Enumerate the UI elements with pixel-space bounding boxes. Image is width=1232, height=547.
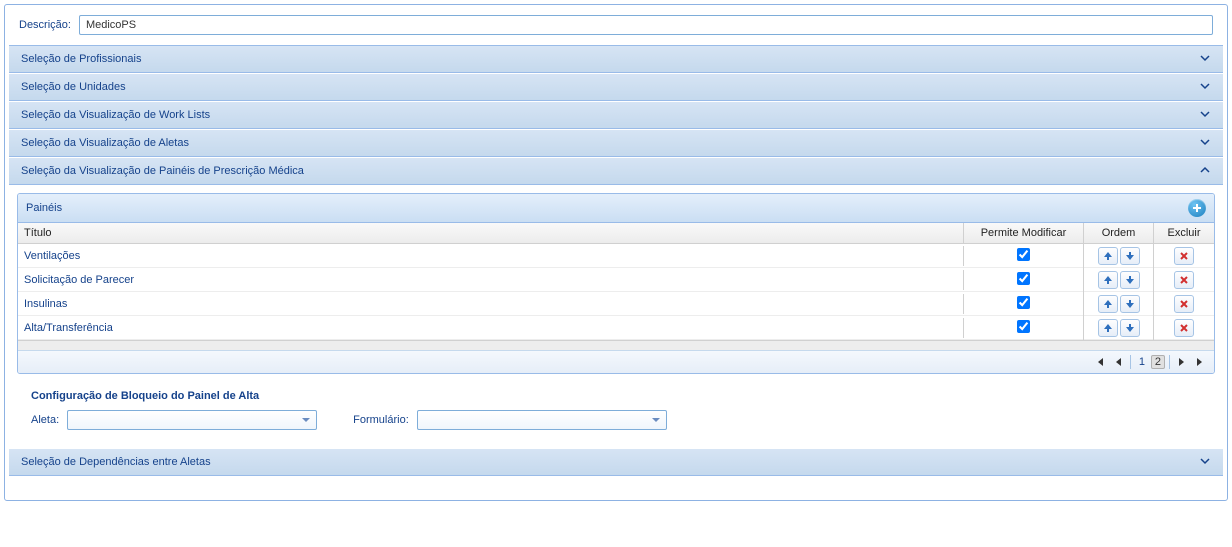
chevron-down-icon (1199, 455, 1211, 469)
cell-excluir (1154, 291, 1214, 317)
cell-titulo: Solicitação de Parecer (18, 270, 964, 290)
col-titulo[interactable]: Título (18, 223, 964, 243)
bottom-padding (9, 476, 1223, 496)
config-bloqueio: Configuração de Bloqueio do Painel de Al… (17, 384, 1215, 440)
col-ordem[interactable]: Ordem (1084, 223, 1154, 243)
paineis-panel-content: Painéis Título Permite Modificar Ordem E… (9, 185, 1223, 448)
cell-permite (964, 244, 1084, 268)
cell-permite (964, 268, 1084, 292)
paineis-grid: Painéis Título Permite Modificar Ordem E… (17, 193, 1215, 374)
cell-excluir (1154, 243, 1214, 269)
grid-body: Ventilações Solicitação de Parecer Insulin… (18, 244, 1214, 340)
pager-page-2[interactable]: 2 (1151, 355, 1165, 369)
accordion-label: Seleção da Visualização de Aletas (21, 137, 189, 149)
accordion-unidades[interactable]: Seleção de Unidades (9, 73, 1223, 101)
delete-button[interactable] (1174, 295, 1194, 313)
move-up-button[interactable] (1098, 319, 1118, 337)
pager-next-icon[interactable] (1174, 354, 1190, 370)
delete-button[interactable] (1174, 271, 1194, 289)
config-title: Configuração de Bloqueio do Painel de Al… (31, 390, 1201, 402)
table-row[interactable]: Ventilações (18, 244, 1214, 268)
cell-titulo: Alta/Transferência (18, 318, 964, 338)
formulario-combo[interactable] (417, 410, 667, 430)
move-up-button[interactable] (1098, 295, 1118, 313)
accordion-aletas[interactable]: Seleção da Visualização de Aletas (9, 129, 1223, 157)
cell-ordem (1084, 243, 1154, 269)
permite-checkbox[interactable] (1017, 272, 1030, 285)
table-row[interactable]: Alta/Transferência (18, 316, 1214, 340)
delete-button[interactable] (1174, 319, 1194, 337)
col-permite[interactable]: Permite Modificar (964, 223, 1084, 243)
grid-scrollbar[interactable] (18, 340, 1214, 350)
config-row: Aleta: Formulário: (31, 410, 1201, 430)
accordion-label: Seleção de Dependências entre Aletas (21, 456, 211, 468)
permite-checkbox[interactable] (1017, 248, 1030, 261)
permite-checkbox[interactable] (1017, 320, 1030, 333)
accordion-label: Seleção de Unidades (21, 81, 126, 93)
grid-title-bar: Painéis (18, 194, 1214, 223)
chevron-down-icon (1199, 108, 1211, 122)
chevron-down-icon (1199, 136, 1211, 150)
accordion-label: Seleção da Visualização de Painéis de Pr… (21, 165, 304, 177)
pager-last-icon[interactable] (1192, 354, 1208, 370)
accordion-paineis[interactable]: Seleção da Visualização de Painéis de Pr… (9, 157, 1223, 185)
accordion-label: Seleção de Profissionais (21, 53, 141, 65)
aleta-label: Aleta: (31, 414, 59, 426)
table-row[interactable]: Solicitação de Parecer (18, 268, 1214, 292)
description-input[interactable] (79, 15, 1213, 35)
move-down-button[interactable] (1120, 295, 1140, 313)
pager-separator (1130, 355, 1131, 369)
cell-titulo: Insulinas (18, 294, 964, 314)
chevron-down-icon (298, 412, 314, 428)
move-down-button[interactable] (1120, 247, 1140, 265)
move-down-button[interactable] (1120, 271, 1140, 289)
cell-excluir (1154, 315, 1214, 341)
cell-titulo: Ventilações (18, 246, 964, 266)
accordion-label: Seleção da Visualização de Work Lists (21, 109, 210, 121)
pager-prev-icon[interactable] (1110, 354, 1126, 370)
cell-excluir (1154, 267, 1214, 293)
pager-separator (1169, 355, 1170, 369)
pager-first-icon[interactable] (1092, 354, 1108, 370)
cell-ordem (1084, 267, 1154, 293)
aleta-combo[interactable] (67, 410, 317, 430)
grid-header: Título Permite Modificar Ordem Excluir (18, 223, 1214, 244)
chevron-up-icon (1199, 164, 1211, 178)
chevron-down-icon (1199, 52, 1211, 66)
accordion-profissionais[interactable]: Seleção de Profissionais (9, 45, 1223, 73)
move-up-button[interactable] (1098, 247, 1118, 265)
pager-page-1[interactable]: 1 (1135, 356, 1149, 368)
cell-ordem (1084, 291, 1154, 317)
accordion-dependencias[interactable]: Seleção de Dependências entre Aletas (9, 448, 1223, 476)
cell-ordem (1084, 315, 1154, 341)
cell-permite (964, 292, 1084, 316)
chevron-down-icon (1199, 80, 1211, 94)
description-label: Descrição: (19, 19, 71, 31)
chevron-down-icon (648, 412, 664, 428)
accordion-worklists[interactable]: Seleção da Visualização de Work Lists (9, 101, 1223, 129)
permite-checkbox[interactable] (1017, 296, 1030, 309)
form-panel: Descrição: Seleção de Profissionais Sele… (4, 4, 1228, 501)
grid-title: Painéis (26, 202, 62, 214)
grid-pager: 1 2 (18, 350, 1214, 373)
add-button[interactable] (1188, 199, 1206, 217)
delete-button[interactable] (1174, 247, 1194, 265)
formulario-label: Formulário: (353, 414, 409, 426)
move-down-button[interactable] (1120, 319, 1140, 337)
table-row[interactable]: Insulinas (18, 292, 1214, 316)
cell-permite (964, 316, 1084, 340)
move-up-button[interactable] (1098, 271, 1118, 289)
col-excluir[interactable]: Excluir (1154, 223, 1214, 243)
description-row: Descrição: (9, 9, 1223, 41)
